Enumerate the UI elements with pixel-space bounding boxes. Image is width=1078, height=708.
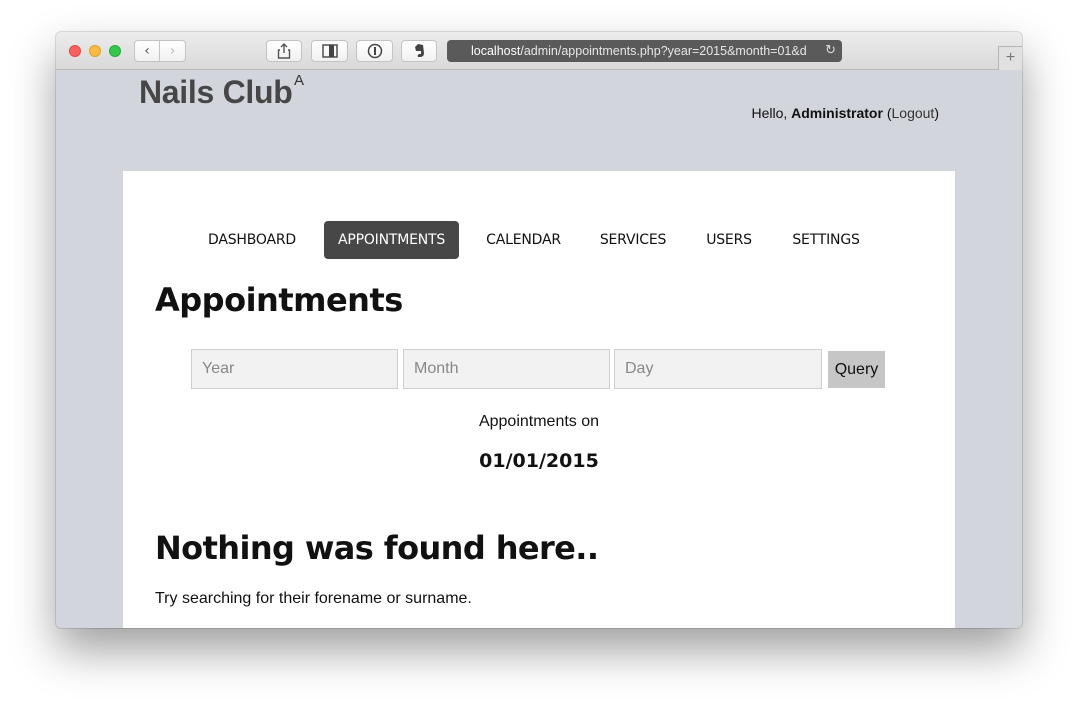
close-window-button[interactable] — [69, 45, 81, 57]
user-greeting: Hello, Administrator (Logout) — [751, 105, 939, 121]
browser-toolbar: ‹ › localhost/admin/appointments.php?yea… — [56, 32, 1022, 70]
chevron-left-icon: ‹ — [144, 43, 150, 59]
logout-close: ) — [934, 105, 939, 121]
username: Administrator — [791, 105, 883, 121]
nav-calendar[interactable]: CALENDAR — [473, 221, 574, 259]
month-input[interactable]: Month — [403, 349, 610, 389]
page-title: Appointments — [155, 281, 403, 319]
browser-window: ‹ › localhost/admin/appointments.php?yea… — [56, 32, 1022, 628]
password-manager-button[interactable] — [356, 40, 393, 62]
evernote-icon — [415, 44, 424, 57]
site-logo-superscript: A — [294, 72, 305, 89]
chevron-right-icon: › — [169, 43, 176, 59]
new-tab-button[interactable]: + — [998, 46, 1022, 70]
maximize-window-button[interactable] — [109, 45, 121, 57]
empty-state-hint: Try searching for their forename or surn… — [155, 590, 472, 607]
logout-open: ( — [882, 105, 892, 121]
main-nav: DASHBOARD APPOINTMENTS CALENDAR SERVICES… — [123, 221, 955, 259]
nav-appointments[interactable]: APPOINTMENTS — [324, 221, 459, 259]
day-input[interactable]: Day — [614, 349, 822, 389]
address-bar[interactable]: localhost/admin/appointments.php?year=20… — [447, 40, 842, 62]
site-logo[interactable]: Nails Club — [139, 74, 293, 111]
nav-settings[interactable]: SETTINGS — [780, 221, 872, 259]
forward-button[interactable]: › — [159, 40, 186, 62]
share-icon — [277, 43, 291, 59]
content-card: DASHBOARD APPOINTMENTS CALENDAR SERVICES… — [123, 171, 955, 628]
nav-dashboard[interactable]: DASHBOARD — [195, 221, 309, 259]
nav-services[interactable]: SERVICES — [589, 221, 677, 259]
password-icon — [367, 43, 382, 59]
reload-icon[interactable]: ↻ — [825, 40, 836, 62]
selected-date: 01/01/2015 — [479, 450, 599, 472]
book-icon — [321, 44, 338, 58]
url-host: localhost — [471, 44, 521, 58]
nav-users[interactable]: USERS — [695, 221, 763, 259]
year-input[interactable]: Year — [191, 349, 398, 389]
reader-button[interactable] — [311, 40, 348, 62]
empty-state-title: Nothing was found here.. — [155, 529, 599, 567]
share-button[interactable] — [266, 40, 302, 62]
extension-button[interactable] — [401, 40, 437, 62]
back-button[interactable]: ‹ — [134, 40, 160, 62]
minimize-window-button[interactable] — [89, 45, 101, 57]
greeting-prefix: Hello, — [751, 105, 792, 121]
appointments-on-label: Appointments on — [478, 413, 600, 430]
plus-icon: + — [1005, 49, 1016, 66]
query-button[interactable]: Query — [828, 351, 885, 388]
logout-link[interactable]: Logout — [892, 105, 935, 121]
url-path: /admin/appointments.php?year=2015&month=… — [520, 44, 807, 58]
